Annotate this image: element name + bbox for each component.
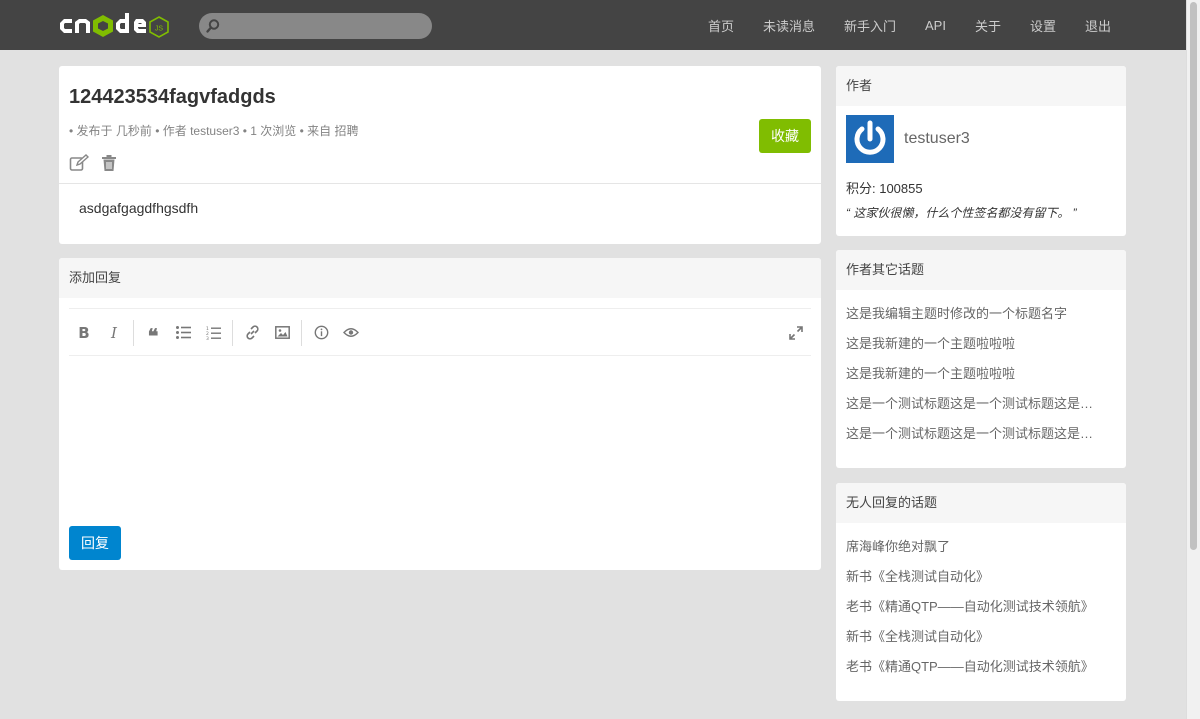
nav-getting-started-link[interactable]: 新手入门 (844, 16, 896, 35)
nav-links: 首页 未读消息 新手入门 API 关于 设置 退出 (679, 0, 1111, 50)
italic-icon[interactable]: I (99, 320, 129, 346)
image-icon[interactable] (267, 320, 297, 346)
unordered-list-icon[interactable] (168, 320, 198, 346)
author-signature: “ 这家伙很懒，什么个性签名都没有留下。 ” (846, 206, 1077, 220)
edit-icon[interactable] (69, 154, 89, 172)
reply-panel: 添加回复 B I ❝ 123 回复 (59, 258, 821, 570)
author-other-topics-header: 作者其它话题 (836, 250, 1126, 290)
author-name-link[interactable]: testuser3 (904, 130, 970, 148)
no-reply-topics-header: 无人回复的话题 (836, 483, 1126, 523)
scrollbar-thumb[interactable] (1190, 2, 1197, 550)
toolbar-separator (133, 319, 134, 346)
divider (59, 183, 821, 184)
topic-title: 124423534fagvfadgds (69, 86, 276, 108)
author-score: 积分: 100855 (846, 181, 923, 196)
cnode-logo-mark: JS (60, 13, 169, 38)
editor-toolbar: B I ❝ 123 (69, 310, 811, 356)
nav-about-link[interactable]: 关于 (975, 16, 1001, 35)
cnode-logo[interactable]: JS (58, 12, 178, 38)
quote-icon[interactable]: ❝ (138, 320, 168, 348)
author-panel-header: 作者 (836, 66, 1126, 106)
power-icon (854, 120, 886, 155)
reply-editor-textarea[interactable] (69, 357, 811, 517)
topic-link[interactable]: 新书《全栈测试自动化》 (836, 622, 1126, 652)
author-other-topics-panel: 作者其它话题 这是我编辑主题时修改的一个标题名字 这是我新建的一个主题啦啦啦 这… (836, 250, 1126, 468)
nav-unread-messages-link[interactable]: 未读消息 (763, 16, 815, 35)
nav-settings-link[interactable]: 设置 (1030, 16, 1056, 35)
bold-icon[interactable]: B (69, 320, 99, 346)
topic-list: 这是我编辑主题时修改的一个标题名字 这是我新建的一个主题啦啦啦 这是我新建的一个… (836, 290, 1126, 449)
preview-icon[interactable] (336, 320, 366, 346)
trash-icon[interactable] (101, 154, 117, 172)
author-panel: 作者 testuser3 积分: 100855 “ 这家伙很懒，什么个性签名都没… (836, 66, 1126, 236)
topic-link[interactable]: 老书《精通QTP——自动化测试技术领航》 (836, 592, 1126, 622)
topic-list: 席海峰你绝对飘了 新书《全栈测试自动化》 老书《精通QTP——自动化测试技术领航… (836, 523, 1126, 682)
topic-link[interactable]: 老书《精通QTP——自动化测试技术领航》 (836, 652, 1126, 682)
topic-content: asdgafgagdfhgsdfh (79, 200, 199, 216)
nav-api-link[interactable]: API (925, 18, 946, 33)
collect-button[interactable]: 收藏 (759, 119, 811, 153)
topic-panel: 124423534fagvfadgds • 发布于 几秒前 • 作者 testu… (59, 66, 821, 244)
ordered-list-icon[interactable]: 123 (198, 320, 228, 346)
topic-link[interactable]: 这是我新建的一个主题啦啦啦 (836, 329, 1126, 359)
search-input[interactable] (199, 13, 432, 39)
toolbar-separator (232, 319, 233, 346)
link-icon[interactable] (237, 320, 267, 346)
fullscreen-icon[interactable] (781, 320, 811, 346)
topic-link[interactable]: 这是我编辑主题时修改的一个标题名字 (836, 299, 1126, 329)
topic-link[interactable]: 席海峰你绝对飘了 (836, 532, 1126, 562)
divider (69, 308, 811, 309)
topic-meta: • 发布于 几秒前 • 作者 testuser3 • 1 次浏览 • 来自 招聘 (69, 124, 359, 138)
reply-submit-button[interactable]: 回复 (69, 526, 121, 560)
avatar[interactable] (846, 115, 894, 163)
nav-home-link[interactable]: 首页 (708, 16, 734, 35)
page-scrollbar[interactable] (1186, 0, 1200, 719)
topic-link[interactable]: 这是一个测试标题这是一个测试标题这是… (836, 389, 1126, 419)
info-icon[interactable] (306, 320, 336, 346)
topic-link[interactable]: 新书《全栈测试自动化》 (836, 562, 1126, 592)
topic-link[interactable]: 这是一个测试标题这是一个测试标题这是… (836, 419, 1126, 449)
topic-tools (69, 154, 117, 172)
logo-badge-text: JS (155, 26, 164, 33)
no-reply-topics-panel: 无人回复的话题 席海峰你绝对飘了 新书《全栈测试自动化》 老书《精通QTP——自… (836, 483, 1126, 701)
top-navbar: JS 首页 未读消息 新手入门 API 关于 设置 退出 (0, 0, 1186, 50)
topic-link[interactable]: 这是我新建的一个主题啦啦啦 (836, 359, 1126, 389)
toolbar-separator (301, 319, 302, 346)
search-icon (206, 19, 220, 33)
reply-panel-header: 添加回复 (59, 258, 821, 298)
nav-logout-link[interactable]: 退出 (1085, 16, 1111, 35)
svg-text:3: 3 (206, 336, 209, 340)
